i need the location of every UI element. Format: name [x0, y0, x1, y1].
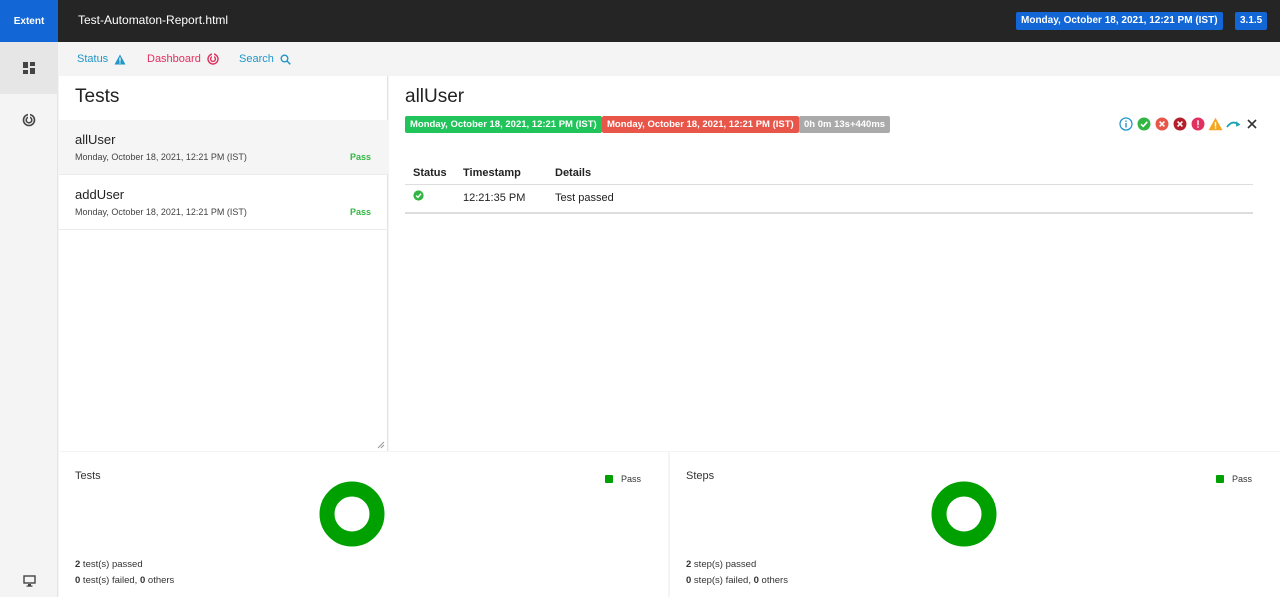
test-item-adduser[interactable]: addUser Monday, October 18, 2021, 12:21 …: [59, 175, 388, 230]
tests-donut-pass-segment: [319, 481, 385, 547]
log-timestamp-cell: 12:21:35 PM: [455, 184, 547, 214]
tests-failed-summary: 0 test(s) failed, 0 others: [75, 575, 174, 586]
rail-item-dashboard[interactable]: [0, 94, 58, 146]
search-icon: [280, 54, 291, 65]
test-name: addUser: [75, 187, 125, 202]
legend-pass-label: Pass: [621, 474, 642, 484]
pass-icon[interactable]: [1136, 116, 1151, 131]
subnav-search[interactable]: Search: [239, 53, 291, 65]
info-icon[interactable]: [1118, 116, 1133, 131]
steps-chart-title: Steps: [686, 470, 715, 482]
start-time-badge: Monday, October 18, 2021, 12:21 PM (IST): [405, 116, 602, 133]
steps-failed-summary: 0 step(s) failed, 0 others: [686, 575, 788, 586]
subnav-dashboard[interactable]: Dashboard: [147, 53, 219, 65]
warning-icon: [114, 54, 126, 64]
sub-nav: Status Dashboard Search: [58, 42, 1280, 76]
test-detail-title: allUser: [405, 86, 465, 107]
left-rail: [0, 42, 58, 597]
spiral-icon: [207, 53, 219, 65]
version-badge: 3.1.5: [1235, 12, 1268, 30]
subnav-search-label: Search: [239, 53, 274, 65]
tests-others-text: others: [145, 575, 175, 586]
end-time-badge: Monday, October 18, 2021, 12:21 PM (IST): [602, 116, 799, 133]
close-icon[interactable]: [1244, 116, 1259, 131]
duration-badge: 0h 0m 13s+440ms: [799, 116, 891, 133]
steps-failed-text: step(s) failed,: [691, 575, 754, 586]
top-bar: Extent Test-Automaton-Report.html Monday…: [0, 0, 1280, 42]
test-status-badge: Pass: [349, 152, 371, 162]
test-item-alluser[interactable]: allUser Monday, October 18, 2021, 12:21 …: [59, 120, 388, 175]
tests-failed-text: test(s) failed,: [80, 575, 140, 586]
column-header-status: Status: [405, 162, 455, 185]
legend-pass-swatch: [1216, 475, 1224, 483]
fatal-icon[interactable]: [1172, 116, 1187, 131]
log-details-cell: Test passed: [547, 184, 1253, 214]
warning-icon[interactable]: [1208, 116, 1223, 131]
steps-chart-card: Steps Pass 2 step(s) passed 0 step(s) fa…: [670, 452, 1280, 597]
resize-handle-icon[interactable]: [377, 441, 385, 449]
tests-passed-text: test(s) passed: [80, 559, 143, 570]
steps-others-text: others: [758, 575, 788, 586]
rail-item-tests-view[interactable]: [0, 42, 58, 94]
column-header-details: Details: [547, 162, 1253, 185]
test-status-badge: Pass: [349, 207, 371, 217]
fail-icon[interactable]: [1154, 116, 1169, 131]
brand-logo[interactable]: Extent: [0, 0, 58, 42]
spiral-chart-icon: [22, 113, 36, 127]
table-row: 12:21:35 PM Test passed: [405, 184, 1253, 214]
skip-icon[interactable]: [1226, 116, 1241, 131]
status-filter-icons: [1118, 116, 1259, 131]
error-icon[interactable]: [1190, 116, 1205, 131]
tests-chart-card: Tests Pass 2 test(s) passed 0 test(s) fa…: [59, 452, 668, 597]
dashboard-grid-icon: [23, 62, 35, 74]
table-header-row: Status Timestamp Details: [405, 162, 1253, 185]
tests-panel-title: Tests: [75, 86, 120, 107]
subnav-dashboard-label: Dashboard: [147, 53, 201, 65]
test-detail-panel: allUser Monday, October 18, 2021, 12:21 …: [389, 76, 1280, 451]
tests-donut-chart: [319, 481, 385, 547]
log-status-cell: [405, 184, 455, 214]
tests-panel: Tests allUser Monday, October 18, 2021, …: [59, 76, 388, 451]
steps-donut-chart: [931, 481, 997, 547]
legend-pass-swatch: [605, 475, 613, 483]
test-time: Monday, October 18, 2021, 12:21 PM (IST): [75, 152, 247, 162]
tests-chart-legend: Pass: [605, 474, 641, 484]
monitor-icon: [22, 575, 36, 587]
rail-item-environment[interactable]: [0, 555, 58, 597]
legend-pass-label: Pass: [1232, 474, 1253, 484]
report-title: Test-Automaton-Report.html: [78, 13, 229, 27]
column-header-timestamp: Timestamp: [455, 162, 547, 185]
test-time: Monday, October 18, 2021, 12:21 PM (IST): [75, 207, 247, 217]
steps-donut-pass-segment: [931, 481, 997, 547]
tests-chart-title: Tests: [75, 470, 101, 482]
pass-check-icon: [413, 190, 424, 201]
steps-passed-summary: 2 step(s) passed: [686, 559, 756, 570]
test-name: allUser: [75, 132, 116, 147]
subnav-status-label: Status: [77, 53, 109, 65]
tests-passed-summary: 2 test(s) passed: [75, 559, 143, 570]
report-date-badge: Monday, October 18, 2021, 12:21 PM (IST): [1016, 12, 1223, 30]
steps-chart-legend: Pass: [1216, 474, 1252, 484]
test-log-table: Status Timestamp Details 12:21:35 PM Tes…: [405, 162, 1253, 214]
steps-passed-text: step(s) passed: [691, 559, 757, 570]
subnav-status[interactable]: Status: [77, 53, 126, 65]
